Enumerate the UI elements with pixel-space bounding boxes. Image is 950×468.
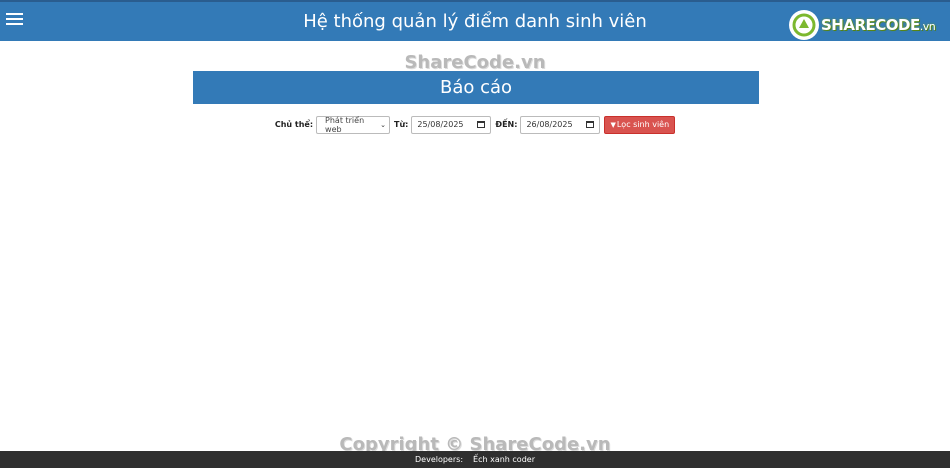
top-navbar: Hệ thống quản lý điểm danh sinh viên SHA… — [0, 0, 950, 41]
logo-main-text: SHARECODE — [821, 16, 920, 34]
developers-label: Developers: — [415, 455, 464, 464]
filter-students-button[interactable]: ▼ Lọc sinh viên — [604, 115, 676, 134]
from-date-label: Từ: — [394, 120, 409, 129]
filter-bar: Chủ thể: Phát triển web ⌄ Từ: 25/08/2025… — [0, 115, 950, 134]
from-date-input[interactable]: 25/08/2025 — [411, 115, 492, 134]
chevron-down-icon: ⌄ — [380, 120, 387, 129]
sharecode-logo-text: SHARECODE.vn — [821, 16, 936, 34]
calendar-icon[interactable] — [477, 121, 486, 128]
to-date-value: 26/08/2025 — [526, 120, 573, 129]
sharecode-logo-icon — [789, 10, 819, 40]
footer: Developers: Ếch xanh coder — [0, 451, 950, 468]
subject-select-value: Phát triển web — [325, 115, 365, 134]
watermark-top: ShareCode.vn — [404, 52, 546, 73]
filter-button-label: Lọc sinh viên — [616, 120, 670, 129]
developers-value: Ếch xanh coder — [473, 455, 535, 464]
to-date-label: ĐẾN: — [495, 120, 518, 129]
from-date-value: 25/08/2025 — [417, 120, 464, 129]
sharecode-logo: SHARECODE.vn — [789, 10, 944, 40]
to-date-input[interactable]: 26/08/2025 — [520, 115, 601, 134]
filter-funnel-icon: ▼ — [610, 120, 616, 129]
report-title: Báo cáo — [193, 71, 759, 104]
calendar-icon[interactable] — [586, 121, 595, 128]
logo-suffix-text: .vn — [919, 20, 936, 33]
subject-label: Chủ thể: — [274, 120, 314, 129]
subject-select[interactable]: Phát triển web ⌄ — [316, 115, 391, 134]
